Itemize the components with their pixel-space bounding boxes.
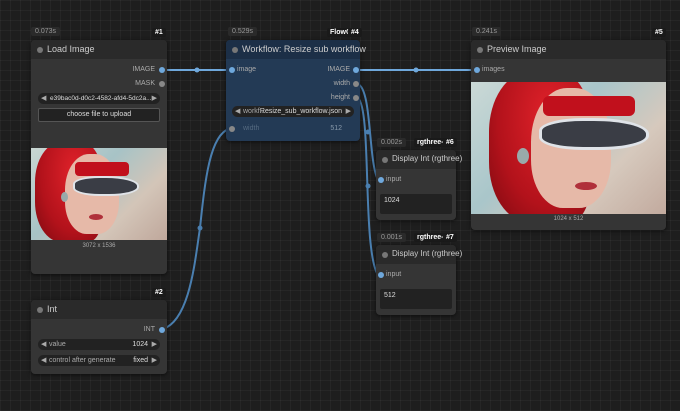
preview-image [471,82,666,214]
preview-id-badge: #5 [652,28,666,37]
int-node[interactable]: Int INT ◀ value 1024 ▶ ◀ control after g… [31,300,167,374]
display-int-6-node[interactable]: Display Int (rgthree) input 1024 [376,150,462,220]
collapse-dot-icon[interactable] [37,307,43,313]
combo-right-arrow-icon[interactable]: ▶ [346,107,351,115]
collapse-dot-icon[interactable] [382,252,388,258]
workflow-id-badge: #4 [348,28,362,37]
output-width-label: width [333,80,350,87]
output-int-port[interactable] [159,327,165,333]
load-image-id-badge: #1 [152,28,166,37]
input-port[interactable] [378,177,384,183]
combo-left-arrow-icon[interactable]: ◀ [41,94,46,102]
width-widget-label: width [243,125,260,132]
wire-int-to-workflow-width [162,128,230,330]
combo-left-arrow-icon[interactable]: ◀ [41,356,46,364]
output-width-port[interactable] [353,81,359,87]
collapse-dot-icon[interactable] [232,47,238,53]
output-mask-port[interactable] [159,81,165,87]
input-image-port[interactable] [229,67,235,73]
load-image-timing: 0.073s [31,27,61,36]
output-height-label: height [330,94,350,101]
display-int-7-node[interactable]: Display Int (rgthree) input 512 [376,245,462,315]
input-images-label: images [482,66,505,73]
workflow-title: Workflow: Resize sub workflow [242,44,366,54]
int-title: Int [47,304,58,314]
input-port[interactable] [378,272,384,278]
display6-value: 1024 [380,194,452,214]
int-header[interactable]: Int [31,300,167,319]
combo-left-arrow-icon[interactable]: ◀ [235,107,240,115]
collapse-dot-icon[interactable] [382,157,388,163]
upload-button[interactable]: choose file to upload [38,108,160,122]
display7-value: 512 [380,289,452,309]
load-image-node[interactable]: Load Image IMAGE MASK ◀ e39bac0d-d0c2-45… [31,40,167,274]
output-image-port[interactable] [159,67,165,73]
input-image-label: image [237,66,257,73]
image-file-combo[interactable]: ◀ e39bac0d-d0c2-4582-afd4-5dc2a... ▶ [38,93,160,104]
collapse-dot-icon[interactable] [477,47,483,53]
workflow-timing: 0.529s [228,27,258,36]
int-value-widget[interactable]: ◀ value 1024 ▶ [38,339,160,350]
int-value-label: value [49,341,66,348]
preview-header[interactable]: Preview Image [471,40,666,59]
display6-title: Display Int (rgthree) [392,154,463,163]
combo-right-arrow-icon[interactable]: ▶ [152,94,157,102]
workflow-header[interactable]: Workflow: Resize sub workflow [226,40,366,59]
control-after-generate-combo[interactable]: ◀ control after generate fixed ▶ [38,355,160,366]
workflow-file-combo[interactable]: ◀ workf... Resize_sub_workflow.json ▶ [232,106,354,117]
output-int-label: INT [143,326,155,333]
output-image-label: IMAGE [132,66,155,73]
output-image-port[interactable] [353,67,359,73]
workflow-node[interactable]: Workflow: Resize sub workflow image IMAG… [226,40,366,141]
combo-right-arrow-icon[interactable]: ▶ [152,356,157,364]
input-label: input [386,176,402,183]
decrement-arrow-icon[interactable]: ◀ [41,340,46,348]
output-height-port[interactable] [353,95,359,101]
image-filename: e39bac0d-d0c2-4582-afd4-5dc2a... [50,95,152,102]
input-label: input [386,271,402,278]
preview-size-label: 1024 x 512 [553,216,584,222]
load-image-header[interactable]: Load Image [31,40,167,59]
preview-timing: 0.241s [472,27,502,36]
output-mask-label: MASK [135,80,155,87]
display7-id-badge: #7 [443,233,457,242]
display7-timing: 0.001s [377,233,407,242]
int-id-badge: #2 [152,288,166,297]
workflow-combo-value: Resize_sub_workflow.json [259,108,342,115]
preview-title: Preview Image [487,44,547,54]
int-value: 1024 [132,341,148,348]
loaded-image-thumbnail [31,148,167,240]
output-image-label: IMAGE [327,66,350,73]
collapse-dot-icon[interactable] [37,47,43,53]
input-images-port[interactable] [474,67,480,73]
display6-timing: 0.002s [377,138,407,147]
display7-header[interactable]: Display Int (rgthree) [376,245,462,264]
width-widget-value: 512 [330,125,342,132]
display6-id-badge: #6 [443,138,457,147]
control-label: control after generate [49,357,116,364]
width-widget[interactable]: width 512 [232,123,354,134]
load-image-title: Load Image [47,44,95,54]
control-value: fixed [133,357,148,364]
load-image-size-label: 3072 x 1536 [82,243,116,249]
increment-arrow-icon[interactable]: ▶ [152,340,157,348]
display7-title: Display Int (rgthree) [392,249,463,258]
preview-image-node[interactable]: Preview Image images 1024 x 512 [471,40,666,230]
display6-header[interactable]: Display Int (rgthree) [376,150,462,169]
